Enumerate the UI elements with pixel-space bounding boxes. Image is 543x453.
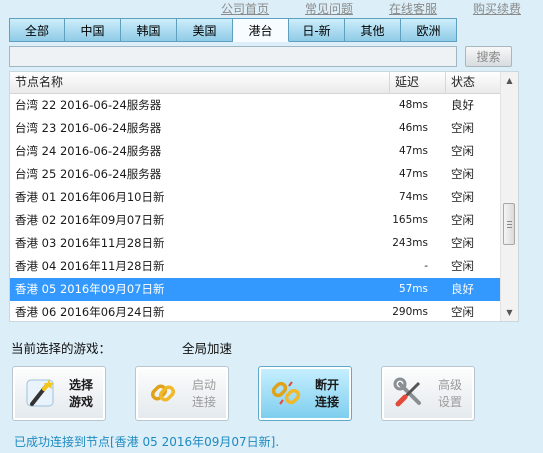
search-button[interactable]: 搜索	[465, 46, 512, 67]
header-latency[interactable]: 延迟	[390, 72, 446, 93]
node-latency: 46ms	[398, 122, 428, 134]
node-name: 香港 04 2016年11月28日新	[15, 259, 165, 273]
disconnect-label: 断开 连接	[314, 378, 339, 409]
acceleration-mode-label: 全局加速	[182, 341, 233, 356]
node-name: 香港 01 2016年06月10日新	[15, 190, 165, 204]
node-latency: -	[424, 260, 428, 272]
node-status: 良好	[451, 98, 474, 112]
top-links: 公司首页 常见问题 在线客服 购买续费	[0, 0, 543, 16]
table-row[interactable]: 香港 03 2016年11月28日新 243ms 空闲	[10, 232, 501, 255]
scroll-down-arrow-icon[interactable]: ▼	[501, 304, 518, 321]
tab-all[interactable]: 全部	[9, 18, 65, 42]
node-name: 香港 03 2016年11月28日新	[15, 236, 165, 250]
tab-europe[interactable]: 欧洲	[401, 18, 457, 42]
scroll-thumb[interactable]	[503, 203, 515, 245]
table-row[interactable]: 台湾 25 2016-06-24服务器 47ms 空闲	[10, 163, 501, 186]
start-connection-button[interactable]: 启动 连接	[135, 366, 229, 421]
node-name: 台湾 23 2016-06-24服务器	[15, 121, 162, 135]
magic-wand-icon	[26, 379, 54, 407]
node-list[interactable]: 节点名称 延迟 状态 台湾 22 2016-06-24服务器 48ms 良好 台…	[9, 71, 519, 322]
select-game-label: 选择 游戏	[68, 378, 93, 409]
tab-japan-sg[interactable]: 日-新	[289, 18, 345, 42]
node-status: 空闲	[451, 236, 474, 250]
table-row[interactable]: 香港 04 2016年11月28日新 - 空闲	[10, 255, 501, 278]
node-status: 空闲	[451, 167, 474, 181]
node-latency: 74ms	[398, 191, 428, 203]
table-row[interactable]: 台湾 23 2016-06-24服务器 46ms 空闲	[10, 117, 501, 140]
node-status: 空闲	[451, 305, 474, 319]
tab-hk-tw[interactable]: 港台	[233, 18, 289, 42]
table-row[interactable]: 香港 01 2016年06月10日新 74ms 空闲	[10, 186, 501, 209]
advanced-settings-button[interactable]: 高级 设置	[381, 366, 475, 421]
region-tabs: 全部 中国 韩国 美国 港台 日-新 其他 欧洲	[9, 18, 457, 42]
list-scrollbar[interactable]: ▲ ▼	[500, 72, 518, 321]
tab-usa[interactable]: 美国	[177, 18, 233, 42]
node-latency: 47ms	[398, 145, 428, 157]
advanced-settings-label: 高级 设置	[437, 378, 462, 409]
node-latency: 57ms	[398, 283, 428, 295]
node-name: 台湾 25 2016-06-24服务器	[15, 167, 162, 181]
node-status: 空闲	[451, 259, 474, 273]
connection-status-message: 已成功连接到节点[香港 05 2016年09月07日新].	[14, 435, 280, 449]
home-link[interactable]: 公司首页	[221, 0, 269, 17]
header-node-name[interactable]: 节点名称	[10, 72, 390, 93]
table-row[interactable]: 台湾 22 2016-06-24服务器 48ms 良好	[10, 94, 501, 117]
node-name: 台湾 24 2016-06-24服务器	[15, 144, 162, 158]
node-status: 空闲	[451, 121, 474, 135]
node-status: 空闲	[451, 144, 474, 158]
search-input[interactable]	[9, 46, 457, 67]
node-status: 空闲	[451, 213, 474, 227]
support-link[interactable]: 在线客服	[389, 0, 437, 17]
select-game-button[interactable]: 选择 游戏	[12, 366, 106, 421]
start-connection-label: 启动 连接	[191, 378, 216, 409]
table-row[interactable]: 香港 02 2016年09月07日新 165ms 空闲	[10, 209, 501, 232]
node-name: 香港 06 2016年06月24日新	[15, 305, 165, 319]
list-header: 节点名称 延迟 状态	[10, 72, 501, 94]
node-name: 香港 05 2016年09月07日新	[15, 282, 165, 296]
tab-other[interactable]: 其他	[345, 18, 401, 42]
node-latency: 165ms	[392, 214, 428, 226]
table-row[interactable]: 香港 06 2016年06月24日新 290ms 空闲	[10, 301, 501, 321]
node-status: 良好	[451, 282, 474, 296]
disconnect-button[interactable]: 断开 连接	[258, 366, 352, 421]
broken-chain-icon	[271, 381, 301, 405]
node-status: 空闲	[451, 190, 474, 204]
faq-link[interactable]: 常见问题	[305, 0, 353, 17]
table-row-selected[interactable]: 香港 05 2016年09月07日新 57ms 良好	[10, 278, 501, 301]
tab-korea[interactable]: 韩国	[121, 18, 177, 42]
wrench-screwdriver-icon	[393, 377, 421, 407]
node-name: 台湾 22 2016-06-24服务器	[15, 98, 162, 112]
tab-china[interactable]: 中国	[65, 18, 121, 42]
purchase-link[interactable]: 购买续费	[473, 0, 521, 17]
node-latency: 243ms	[392, 237, 428, 249]
node-name: 香港 02 2016年09月07日新	[15, 213, 165, 227]
header-status[interactable]: 状态	[446, 72, 501, 93]
chain-link-icon	[150, 384, 176, 402]
current-game-label: 当前选择的游戏：	[11, 341, 112, 356]
node-latency: 47ms	[398, 168, 428, 180]
node-latency: 290ms	[392, 306, 428, 318]
node-latency: 48ms	[398, 99, 428, 111]
scroll-up-arrow-icon[interactable]: ▲	[501, 72, 518, 89]
table-row[interactable]: 台湾 24 2016-06-24服务器 47ms 空闲	[10, 140, 501, 163]
